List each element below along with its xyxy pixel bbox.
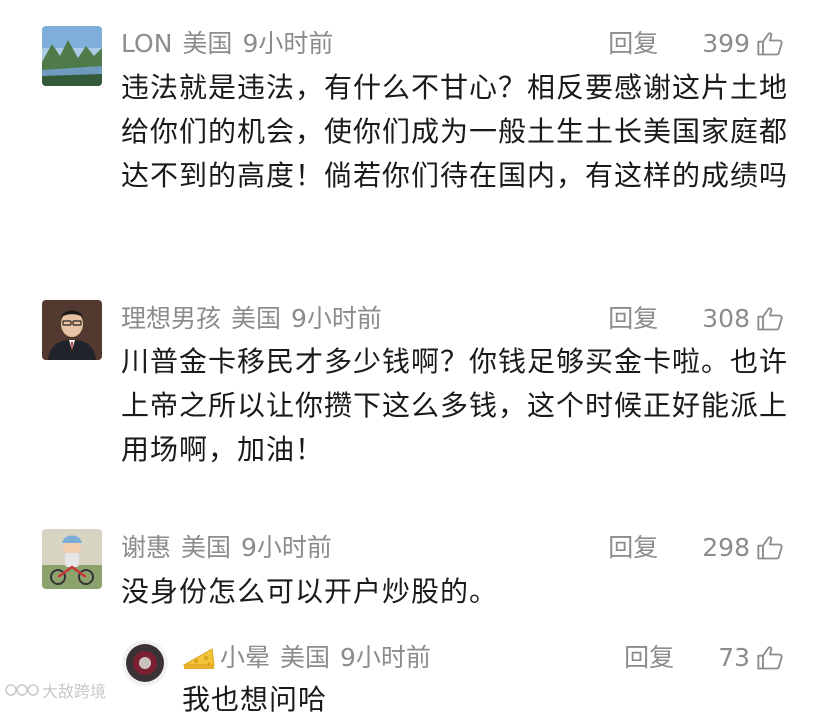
comment-actions: 回复 298 <box>608 528 784 568</box>
thumbs-up-icon[interactable] <box>756 534 784 562</box>
child-bike-avatar-icon <box>42 529 102 589</box>
timestamp: 9小时前 <box>291 304 382 333</box>
location: 美国 <box>182 29 233 58</box>
reply-button[interactable]: 回复 <box>608 528 658 568</box>
comment-actions: 回复 308 <box>608 299 784 339</box>
avatar[interactable] <box>122 640 168 686</box>
username[interactable]: 理想男孩 <box>121 304 221 333</box>
comment-meta: 理想男孩 美国 9小时前 <box>121 299 392 339</box>
timestamp: 9小时前 <box>242 29 334 58</box>
comment-actions: 回复 399 <box>608 24 784 64</box>
location: 美国 <box>280 643 331 672</box>
comment-text: 我也想问哈 <box>182 683 328 716</box>
reply-button[interactable]: 回复 <box>608 299 658 339</box>
thumbs-up-icon[interactable] <box>756 644 784 672</box>
avatar[interactable] <box>42 300 102 360</box>
reply-button[interactable]: 回复 <box>624 638 674 678</box>
username[interactable]: 小晕 <box>220 643 270 672</box>
like-count: 298 <box>702 533 750 562</box>
watermark: 大敌跨境 <box>4 678 106 702</box>
reply-button[interactable]: 回复 <box>608 24 658 64</box>
like-count: 73 <box>718 643 750 672</box>
location: 美国 <box>181 533 232 562</box>
comment-actions: 回复 73 <box>624 638 784 678</box>
round-dark-avatar-icon <box>122 640 168 686</box>
like-count: 399 <box>702 29 750 58</box>
comment-text: 川普金卡移民才多少钱啊？你钱足够买金卡啦。也许上帝之所以让你攒下这么多钱，这个时… <box>121 345 789 466</box>
username[interactable]: LON <box>121 29 172 58</box>
thumbs-up-icon[interactable] <box>756 30 784 58</box>
comment-meta: 谢惠 美国 9小时前 <box>121 528 342 568</box>
timestamp: 9小时前 <box>241 533 332 562</box>
comment-text: 没身份怎么可以开户炒股的。 <box>121 575 499 608</box>
avatar[interactable] <box>42 26 102 86</box>
comment-meta: LON 美国 9小时前 <box>121 24 343 64</box>
thumbs-up-icon[interactable] <box>756 305 784 333</box>
location: 美国 <box>231 304 282 333</box>
avatar[interactable] <box>42 529 102 589</box>
timestamp: 9小时前 <box>340 643 431 672</box>
watermark-logo-icon <box>5 684 39 696</box>
man-portrait-avatar-icon <box>42 300 102 360</box>
like-count: 308 <box>702 304 750 333</box>
watermark-text: 大敌跨境 <box>42 682 107 701</box>
username[interactable]: 谢惠 <box>121 533 171 562</box>
comment-text: 违法就是违法，有什么不甘心？相反要感谢这片土地给你们的机会，使你们成为一般土生土… <box>121 71 789 192</box>
comment-meta: 小晕 美国 9小时前 <box>182 638 441 678</box>
cheese-icon <box>182 643 216 683</box>
landscape-avatar-icon <box>42 26 102 86</box>
